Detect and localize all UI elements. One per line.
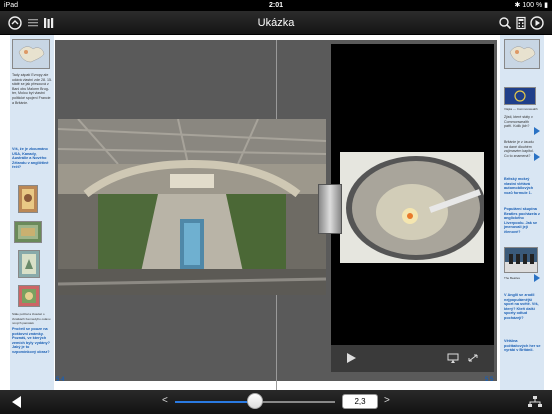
right-margin-column: Vlajka — Commonwealth Zjisti, které stát… bbox=[500, 35, 544, 390]
slider-fill bbox=[175, 401, 255, 403]
left-margin-column: Tady zápatí Evropy ale udává vlastní zde… bbox=[10, 35, 54, 390]
sidebar-text: Zjisti, které státy v Commonwealth patří… bbox=[504, 115, 533, 129]
stamp-image[interactable] bbox=[18, 185, 38, 213]
beatles-image[interactable] bbox=[504, 247, 538, 273]
hierarchy-icon[interactable] bbox=[528, 396, 542, 408]
sidebar-question: Britský mokrý vlastní vlétává automobilo… bbox=[504, 177, 534, 195]
stamp-image[interactable] bbox=[18, 285, 40, 307]
europe-map-thumbnail[interactable] bbox=[504, 39, 540, 69]
video-controls-bar bbox=[331, 345, 494, 372]
sidebar-text: Tady zápatí Evropy ale udává vlastní zde… bbox=[12, 73, 52, 105]
slider-next-arrow[interactable]: > bbox=[384, 395, 390, 406]
back-arrow-icon[interactable] bbox=[12, 396, 21, 408]
page-title: Ukázka bbox=[257, 17, 295, 29]
status-bar: iPad 2:01 ✱ 100 % ▮ bbox=[0, 0, 552, 11]
sidebar-question: Víš, že je zkoumáno USA, Kanady, Austrál… bbox=[12, 147, 49, 170]
calculator-icon[interactable] bbox=[514, 16, 528, 30]
fullscreen-icon[interactable] bbox=[467, 353, 479, 363]
sidebar-question: Většina počítačových her se vyrábí v Bri… bbox=[504, 339, 541, 353]
sidebar-caption: Stále počítal a zkoušel o zkratkách Kenn… bbox=[12, 312, 51, 326]
commonwealth-flag-image[interactable] bbox=[504, 87, 536, 105]
sidebar-question: Populární skupina Beatles pocházela z an… bbox=[504, 207, 540, 234]
airplay-icon[interactable] bbox=[447, 353, 459, 363]
slider-thumb[interactable] bbox=[247, 393, 263, 409]
sidebar-text: Británie je z úsudu na dané dlouhém zají… bbox=[504, 140, 534, 158]
top-toolbar: Ukázka bbox=[0, 11, 552, 35]
slider-prev-arrow[interactable]: < bbox=[162, 395, 168, 406]
sidebar-question: V Anglii se zrodil nejpopulárnější sport… bbox=[504, 293, 539, 320]
video-player[interactable] bbox=[331, 44, 494, 372]
search-icon[interactable] bbox=[498, 16, 512, 30]
video-frame bbox=[340, 152, 484, 263]
video-panel-handle[interactable] bbox=[318, 184, 342, 234]
stamp-image[interactable] bbox=[18, 250, 40, 278]
clock: 2:01 bbox=[268, 2, 283, 9]
europe-map-thumbnail[interactable] bbox=[12, 39, 50, 69]
play-icon[interactable] bbox=[347, 353, 356, 363]
sidebar-question: Pročetl se pouze na poštovní známky. Poz… bbox=[12, 327, 50, 354]
play-circle-icon[interactable] bbox=[530, 16, 544, 30]
page-number-field[interactable]: 2,3 bbox=[342, 394, 378, 409]
expand-arrow-icon[interactable] bbox=[534, 153, 540, 161]
bottom-navigation-bar: < 2,3 > bbox=[0, 390, 552, 414]
sidebar-caption: Vlajka — Commonwealth bbox=[504, 107, 538, 111]
sidebar-caption: The Beatles bbox=[504, 276, 521, 280]
battery-percent: 100 % bbox=[522, 2, 543, 9]
right-page-number: 5 5 bbox=[485, 377, 494, 383]
stamp-image[interactable] bbox=[14, 221, 42, 243]
aerial-city-photo[interactable] bbox=[58, 119, 326, 295]
battery-indicator: ✱ 100 % ▮ bbox=[514, 2, 548, 9]
expand-arrow-icon[interactable] bbox=[534, 274, 540, 282]
expand-arrow-icon[interactable] bbox=[534, 127, 540, 135]
left-page-number: 5 4 bbox=[56, 377, 65, 383]
